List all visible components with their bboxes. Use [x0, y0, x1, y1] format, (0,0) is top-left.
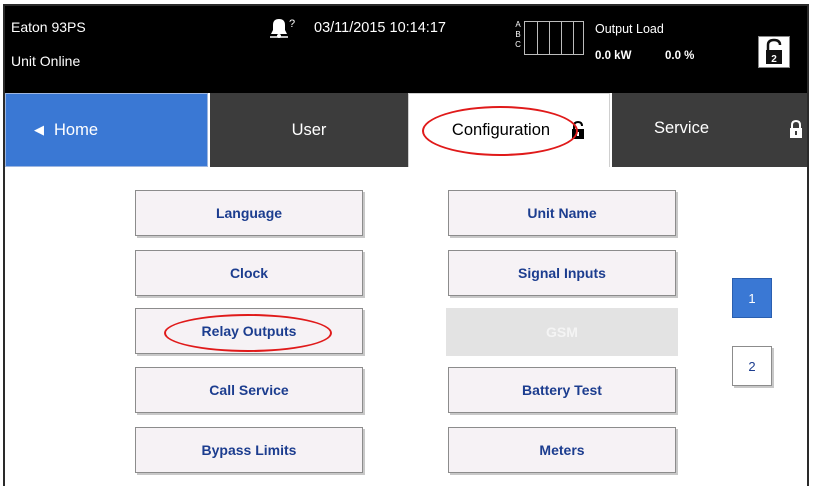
left-triangle-icon: ◀ [34, 122, 44, 137]
clock-button-label: Clock [229, 265, 269, 281]
clock-button[interactable]: Clock [135, 250, 363, 296]
datetime: 03/11/2015 10:14:17 [314, 20, 446, 36]
device-status: Unit Online [11, 53, 81, 69]
battery-test-button[interactable]: Battery Test [448, 367, 676, 413]
gsm-button-label: GSM [546, 324, 578, 340]
tab-home[interactable]: ◀ Home [5, 93, 208, 167]
tab-bar: ◀ Home User Configuration Service [5, 93, 807, 167]
language-button-label: Language [215, 205, 283, 221]
phase-labels: A B C [513, 20, 523, 50]
meters-button[interactable]: Meters [448, 427, 676, 473]
unlocked-padlock-icon [572, 121, 584, 139]
tab-configuration-label: Configuration [451, 121, 551, 139]
page-1-button[interactable]: 1 [732, 278, 772, 318]
lock-level: 2 [771, 54, 777, 65]
device-name: Eaton 93PS [11, 19, 86, 35]
bell-question-icon[interactable]: ? [268, 16, 302, 38]
phase-label: A [515, 20, 521, 29]
status-header: Eaton 93PS Unit Online ? 03/11/2015 10:1… [5, 6, 807, 93]
locked-padlock-icon [790, 120, 802, 138]
phase-load-bars [524, 21, 584, 55]
output-load-kw: 0.0 kW [595, 50, 632, 62]
relay-outputs-button-label: Relay Outputs [201, 323, 297, 339]
unlocked-padlock-icon: 2 [766, 38, 782, 65]
page-1-label: 1 [748, 290, 756, 306]
bypass-limits-button-label: Bypass Limits [201, 442, 297, 458]
output-load-percent: 0.0 % [665, 50, 695, 62]
signal-inputs-button[interactable]: Signal Inputs [448, 250, 676, 296]
tab-service[interactable]: Service [610, 93, 807, 167]
battery-test-button-label: Battery Test [522, 382, 602, 398]
access-lock-button[interactable]: 2 [758, 36, 790, 68]
bypass-limits-button[interactable]: Bypass Limits [135, 427, 363, 473]
page-2-label: 2 [748, 358, 756, 374]
meters-button-label: Meters [539, 442, 585, 458]
tab-home-label: Home [54, 120, 99, 139]
unit-name-button[interactable]: Unit Name [448, 190, 676, 236]
tab-service-label: Service [654, 119, 710, 137]
tab-configuration[interactable]: Configuration [408, 93, 610, 167]
unit-name-button-label: Unit Name [527, 205, 597, 221]
alarm-badge: ? [289, 18, 295, 30]
signal-inputs-button-label: Signal Inputs [518, 265, 606, 281]
gsm-button: GSM [446, 308, 678, 356]
tab-user-label: User [291, 120, 327, 139]
phase-label: B [515, 30, 521, 39]
call-service-button-label: Call Service [209, 382, 289, 398]
relay-outputs-button[interactable]: Relay Outputs [135, 308, 363, 354]
language-button[interactable]: Language [135, 190, 363, 236]
output-load-label: Output Load [595, 22, 664, 36]
page-2-button[interactable]: 2 [732, 346, 772, 386]
phase-label: C [515, 40, 521, 49]
call-service-button[interactable]: Call Service [135, 367, 363, 413]
tab-user[interactable]: User [208, 93, 408, 167]
